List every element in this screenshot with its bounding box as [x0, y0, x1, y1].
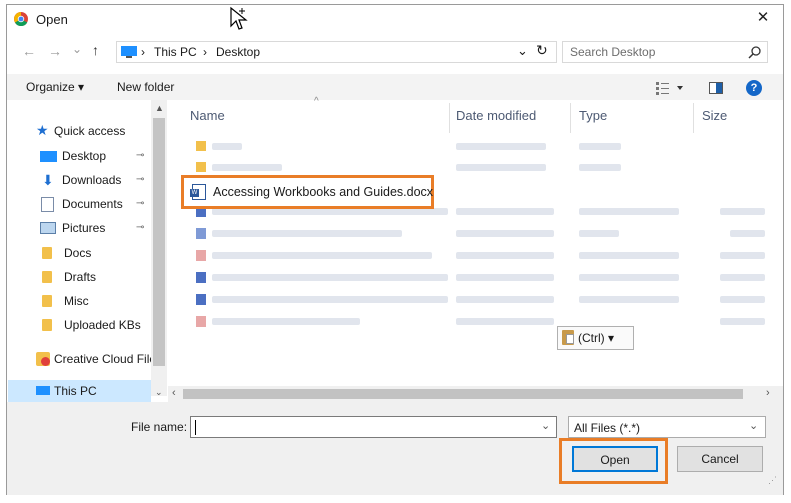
word-doc-icon: W: [190, 184, 206, 200]
word-doc-icon: [196, 294, 206, 305]
desktop-icon: [40, 151, 57, 162]
folder-icon: [196, 141, 206, 151]
download-icon: ⬇: [42, 172, 54, 188]
breadcrumb-this-pc[interactable]: This PC: [154, 45, 197, 59]
column-separator[interactable]: [570, 103, 571, 133]
search-icon[interactable]: [748, 45, 762, 59]
new-folder-button[interactable]: New folder: [117, 80, 174, 94]
chevron-down-icon[interactable]: ⌄: [541, 419, 550, 432]
chrome-icon: [14, 12, 28, 26]
folder-icon: [196, 162, 206, 172]
list-item[interactable]: [190, 311, 780, 333]
word-doc-icon: [196, 272, 206, 283]
list-item[interactable]: [190, 245, 780, 267]
resize-grip-icon[interactable]: ⋰: [768, 475, 777, 486]
scroll-down-arrow[interactable]: ⌄: [155, 387, 163, 398]
image-file-icon: [196, 228, 206, 239]
preview-pane-icon[interactable]: [709, 82, 723, 94]
list-item[interactable]: [190, 289, 780, 311]
list-item[interactable]: [190, 223, 780, 245]
file-name-label: File name:: [131, 420, 188, 434]
pin-icon[interactable]: ⊸: [136, 169, 144, 191]
creative-cloud-icon: [36, 352, 50, 366]
sidebar-scroll-thumb[interactable]: [153, 118, 165, 366]
sidebar-item-pictures[interactable]: Pictures ⊸: [40, 217, 152, 239]
pin-icon[interactable]: ⊸: [136, 217, 144, 239]
list-item[interactable]: [190, 136, 780, 158]
scroll-left-arrow[interactable]: ‹: [172, 387, 176, 399]
column-name[interactable]: Name: [190, 108, 225, 123]
file-type-filter[interactable]: All Files (*.*) ⌄: [568, 416, 766, 438]
list-item[interactable]: [190, 267, 780, 289]
folder-icon: [42, 271, 52, 283]
view-options-icon[interactable]: [656, 81, 684, 95]
clipboard-icon: [562, 330, 574, 345]
highlighted-file-row[interactable]: W Accessing Workbooks and Guides.docx: [181, 175, 434, 209]
organize-menu[interactable]: Organize ▾: [26, 80, 84, 94]
pdf-file-icon: [196, 316, 206, 327]
help-button[interactable]: ?: [746, 80, 762, 96]
column-type[interactable]: Type: [579, 108, 607, 123]
recent-locations-button[interactable]: ⌄: [72, 42, 82, 56]
dialog-title: Open: [36, 12, 68, 27]
breadcrumb-separator: ›: [141, 45, 145, 59]
back-button[interactable]: ←: [22, 43, 36, 59]
up-button[interactable]: ↑: [92, 42, 99, 58]
pdf-file-icon: [196, 250, 206, 261]
close-button[interactable]: ✕: [752, 8, 774, 28]
scroll-up-arrow[interactable]: ▲: [155, 103, 164, 113]
pictures-icon: [40, 222, 56, 234]
column-separator[interactable]: [449, 103, 450, 133]
sidebar-item-downloads[interactable]: ⬇ Downloads ⊸: [40, 169, 152, 191]
sort-arrow-icon: ^: [314, 96, 319, 107]
paste-options-button[interactable]: (Ctrl) ▾: [557, 326, 634, 350]
folder-icon: [42, 247, 52, 259]
cancel-button[interactable]: Cancel: [677, 446, 763, 472]
document-icon: [41, 197, 54, 212]
scroll-right-arrow[interactable]: ›: [766, 387, 770, 399]
folder-icon: [42, 295, 52, 307]
column-size[interactable]: Size: [702, 108, 727, 123]
search-input[interactable]: Search Desktop: [570, 45, 655, 59]
pc-icon: [36, 386, 50, 395]
pin-icon[interactable]: ⊸: [136, 193, 144, 215]
breadcrumb-separator: ›: [203, 45, 207, 59]
column-date-modified[interactable]: Date modified: [456, 108, 536, 123]
sidebar-item-documents[interactable]: Documents ⊸: [40, 193, 152, 215]
refresh-button[interactable]: ↻: [536, 42, 548, 59]
pc-icon: [121, 46, 137, 58]
sidebar-item-creative-cloud[interactable]: Creative Cloud Files: [36, 348, 151, 370]
horizontal-scroll-thumb[interactable]: [183, 389, 743, 399]
move-cursor-icon: [230, 6, 248, 30]
file-name-input[interactable]: ⌄: [190, 416, 557, 438]
open-button[interactable]: Open: [572, 446, 658, 472]
pin-icon[interactable]: ⊸: [136, 145, 144, 167]
forward-button[interactable]: →: [48, 43, 62, 59]
star-icon: ★: [36, 122, 49, 138]
chevron-down-icon[interactable]: ⌄: [749, 419, 758, 432]
breadcrumb-desktop[interactable]: Desktop: [216, 45, 260, 59]
address-dropdown-button[interactable]: ⌄: [517, 43, 528, 59]
sidebar-item-desktop[interactable]: Desktop ⊸: [40, 145, 152, 167]
title-bar: [7, 5, 783, 35]
column-separator[interactable]: [693, 103, 694, 133]
text-cursor: [195, 420, 196, 435]
folder-icon: [42, 319, 52, 331]
file-name-label: Accessing Workbooks and Guides.docx: [213, 185, 434, 199]
